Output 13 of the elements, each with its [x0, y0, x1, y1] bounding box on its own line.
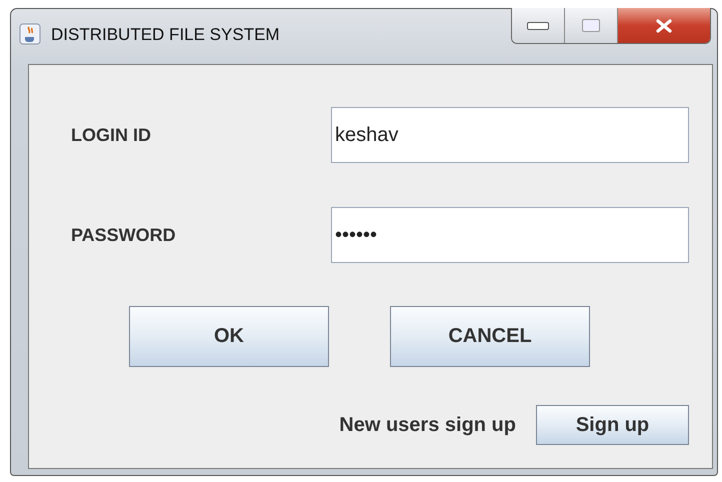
dialog-button[interactable]: OK	[129, 306, 329, 367]
dialog-button[interactable]: CANCEL	[390, 306, 590, 367]
window-title: DISTRIBUTED FILE SYSTEM	[51, 25, 280, 45]
sign-up-button[interactable]: Sign up	[536, 405, 689, 445]
input-field[interactable]: ••••••	[331, 207, 689, 263]
minimize-button[interactable]	[512, 8, 565, 43]
input-field[interactable]: keshav	[331, 107, 689, 163]
coffee-cup-icon	[19, 23, 41, 45]
signup-prompt: New users sign up	[339, 414, 516, 436]
close-button[interactable]	[618, 8, 710, 43]
close-icon	[655, 18, 673, 32]
field-label: PASSWORD	[71, 224, 177, 246]
field-label: LOGIN ID	[71, 124, 152, 146]
